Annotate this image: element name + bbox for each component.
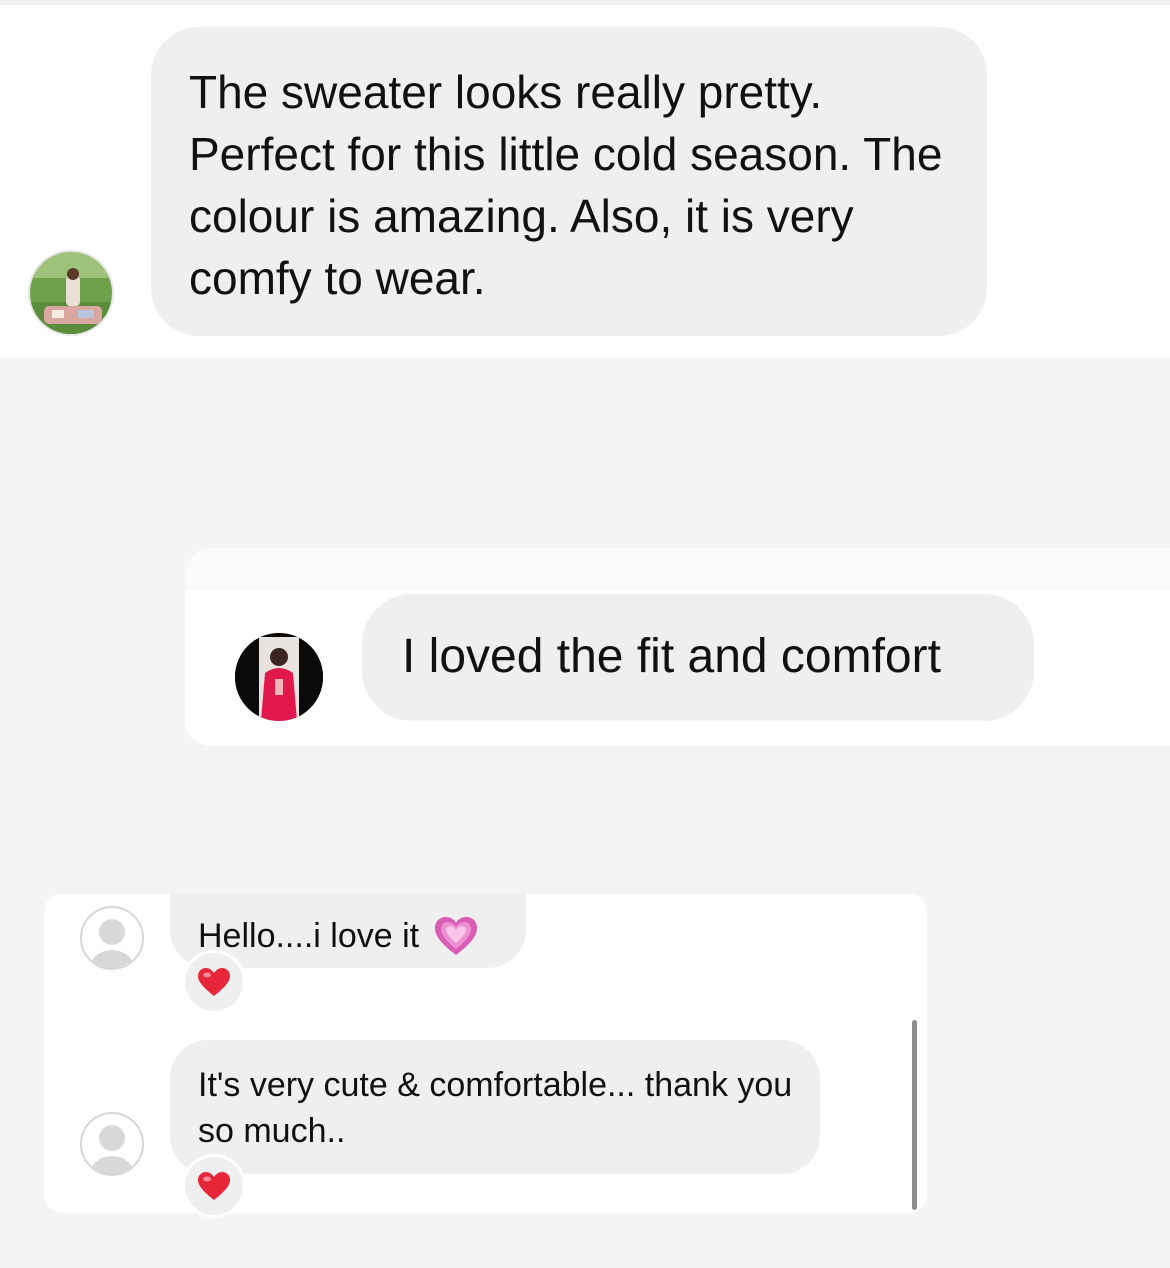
comment-bubble-1[interactable]: The sweater looks really pretty. Perfect…	[151, 27, 987, 336]
user-avatar-1[interactable]	[28, 250, 114, 336]
chat-text-2: It's very cute & comfortable... thank yo…	[198, 1066, 793, 1150]
chat-bubble-2[interactable]: It's very cute & comfortable... thank yo…	[170, 1040, 820, 1174]
user-avatar-2[interactable]	[235, 633, 323, 721]
comment-panel-1: The sweater looks really pretty. Perfect…	[0, 0, 1170, 358]
user-photo-avatar-icon	[235, 633, 323, 721]
chat-avatar-2[interactable]	[80, 1112, 144, 1176]
comment-bubble-2[interactable]: I loved the fit and comfort	[362, 594, 1034, 721]
red-heart-icon	[198, 1172, 230, 1200]
top-divider	[0, 0, 1170, 5]
default-user-icon	[90, 1125, 134, 1174]
chat-panel: Hello....i love it It's very cute & comf…	[44, 894, 927, 1218]
chat-avatar-1[interactable]	[80, 906, 144, 970]
default-user-icon	[90, 919, 134, 968]
chat-text-1: Hello....i love it	[198, 917, 420, 955]
user-photo-avatar-icon	[30, 252, 112, 334]
reaction-badge-2[interactable]	[182, 1154, 246, 1218]
red-heart-icon	[198, 968, 230, 996]
comment-text-2: I loved the fit and comfort	[402, 630, 941, 683]
reaction-badge-1[interactable]	[182, 950, 246, 1014]
chat-scrollbar[interactable]	[912, 1020, 917, 1210]
growing-heart-icon	[433, 915, 479, 957]
comment-text-1: The sweater looks really pretty. Perfect…	[189, 66, 943, 304]
